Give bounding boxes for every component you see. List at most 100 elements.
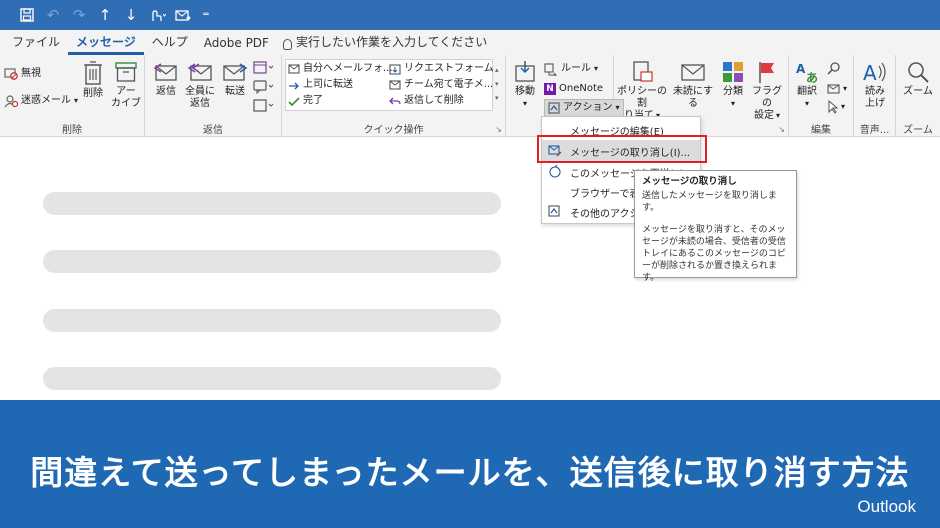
follow-up-button[interactable]: フラグの 設定 ▾ [748, 60, 786, 122]
categorize-dropdown-icon[interactable]: ▾ [731, 99, 735, 108]
ignore-icon [4, 68, 18, 80]
read-aloud-icon: A [863, 61, 886, 84]
menu-bar: ファイル メッセージ ヘルプ Adobe PDF 実行したい作業を入力してくださ… [0, 30, 940, 55]
forward-icon [223, 63, 248, 81]
categorize-button[interactable]: 分類 ▾ [720, 60, 746, 110]
placeholder-line [43, 250, 501, 273]
tab-file[interactable]: ファイル [4, 30, 68, 55]
down-arrow-icon[interactable]: ↓ [118, 0, 144, 30]
meeting-icon [253, 61, 274, 74]
select-button[interactable]: ▾ [827, 99, 845, 115]
other-actions-icon [548, 205, 560, 217]
quick-step-6[interactable]: 返信して削除 [389, 93, 464, 109]
up-arrow-icon[interactable]: ↑ [92, 0, 118, 30]
undo-icon[interactable]: ↶ [40, 0, 66, 30]
junk-button[interactable]: 迷惑メール ▾ [4, 93, 78, 109]
move-button[interactable]: 移動 ▾ [511, 60, 539, 110]
flag-icon [759, 62, 774, 83]
translate-dropdown-icon[interactable]: ▾ [805, 99, 809, 108]
junk-dropdown-icon[interactable]: ▾ [74, 95, 78, 107]
delete-button[interactable]: 削除 [80, 60, 106, 100]
translate-button[interactable]: Aあ 翻訳 ▾ [793, 60, 821, 110]
archive-button[interactable]: アー カイブ [111, 60, 141, 110]
banner-app-name: Outlook [857, 497, 916, 516]
more-icon [253, 99, 274, 112]
ignore-button[interactable]: 無視 [4, 66, 41, 82]
tab-adobe-pdf[interactable]: Adobe PDF [196, 30, 277, 55]
customize-icon[interactable]: ═ [196, 0, 216, 30]
quick-step-3[interactable]: 完了 [288, 93, 323, 109]
related-button[interactable]: ▾ [827, 81, 847, 97]
more-reply-button[interactable] [253, 99, 275, 117]
reply-delete-icon [389, 97, 401, 104]
svg-text:A: A [863, 61, 877, 84]
banner-title: 間違えて送ってしまったメールを、送信後に取り消す方法 [30, 453, 910, 492]
tooltip-title: メッセージの取り消し [642, 176, 737, 187]
onenote-button[interactable]: N OneNote [544, 81, 603, 97]
quick-step-2[interactable]: 上司に転送 [288, 77, 353, 93]
voice-group-label: 音声... [859, 125, 890, 136]
tooltip-body: メッセージを取り消すと、そのメッセージが未読の場合、受信者の受信トレイにあるこの… [642, 225, 786, 283]
quick-step-4[interactable]: リクエストフォーム [389, 61, 494, 77]
title-bar: ↶ ↷ ↑ ↓ ═ [0, 0, 940, 30]
tell-me-search[interactable]: 実行したい作業を入力してください [282, 30, 488, 55]
delete-group-label: 削除 [62, 125, 82, 136]
related-icon [827, 84, 840, 94]
flag-dropdown-icon[interactable]: ▾ [776, 111, 780, 120]
tab-help[interactable]: ヘルプ [144, 30, 196, 55]
reply-group: 返信 全員に 返信 転送 返信 [145, 55, 282, 137]
svg-text:あ: あ [806, 71, 818, 84]
tags-launcher-icon[interactable]: ↘ [778, 125, 785, 134]
forward-arrow-icon [289, 82, 299, 89]
rules-button[interactable]: ルール ▾ [544, 61, 598, 77]
highlight-box [537, 135, 707, 163]
rules-dropdown-icon[interactable]: ▾ [594, 63, 598, 75]
move-dropdown-icon[interactable]: ▾ [523, 99, 527, 108]
zoom-button[interactable]: ズーム [900, 60, 936, 98]
mark-unread-button[interactable]: 未読にする [668, 60, 718, 110]
send-receive-icon[interactable] [170, 0, 196, 30]
actions-button[interactable]: アクション ▾ [544, 99, 624, 117]
tell-me-text: 実行したい作業を入力してください [295, 35, 488, 49]
zoom-group-label: ズーム [903, 125, 933, 136]
translate-icon: Aあ [796, 62, 818, 84]
edit-group: Aあ 翻訳 ▾ ▾ ▾ 編集 [789, 55, 854, 137]
categorize-icon [723, 62, 743, 82]
junk-mail-icon [4, 94, 18, 107]
delete-group: 無視 迷惑メール ▾ 削除 アー カイブ 削除 [0, 55, 145, 137]
rules-icon [544, 62, 557, 76]
recall-tooltip: メッセージの取り消し 送信したメッセージを取り消します。 メッセージを取り消すと… [634, 170, 797, 283]
edit-group-label: 編集 [811, 125, 831, 136]
find-button[interactable] [827, 61, 841, 79]
tab-message[interactable]: メッセージ [68, 30, 144, 55]
zoom-group: ズーム ズーム [896, 55, 940, 137]
reply-group-label: 返信 [203, 125, 223, 136]
placeholder-line [43, 309, 501, 332]
quick-step-5[interactable]: チーム宛て電子メ... [389, 77, 493, 93]
im-reply-button[interactable] [253, 80, 275, 98]
touch-mode-icon[interactable] [144, 0, 170, 30]
dialog-launcher-icon[interactable]: ↘ [495, 125, 502, 134]
tooltip-subtitle: 送信したメッセージを取り消します。 [642, 191, 777, 213]
checkmark-icon [288, 96, 300, 106]
forward-button[interactable]: 転送 [221, 62, 249, 98]
related-dropdown-icon[interactable]: ▾ [843, 83, 847, 95]
assign-policy-button[interactable]: ポリシーの割り当て▾ [616, 60, 668, 122]
team-mail-icon [389, 79, 401, 90]
reply-button[interactable]: 返信 [152, 62, 180, 98]
redo-icon[interactable]: ↷ [66, 0, 92, 30]
quick-step-1[interactable]: 自分へメールフォ... [288, 61, 393, 77]
onenote-icon: N [544, 83, 556, 95]
save-icon[interactable] [14, 0, 40, 30]
select-dropdown-icon[interactable]: ▾ [841, 101, 845, 113]
reply-all-icon [187, 63, 212, 81]
zoom-icon [908, 62, 929, 83]
read-aloud-button[interactable]: A 読み 上げ [859, 60, 891, 110]
title-banner: 間違えて送ってしまったメールを、送信後に取り消す方法 Outlook [0, 400, 940, 528]
policy-icon [633, 61, 653, 82]
meeting-reply-button[interactable] [253, 61, 275, 79]
quick-steps-scroll[interactable]: ▴ ▾ ▾ [495, 63, 499, 105]
reply-all-button[interactable]: 全員に 返信 [183, 62, 217, 110]
trash-icon [84, 61, 102, 85]
ribbon: 無視 迷惑メール ▾ 削除 アー カイブ 削除 返信 全員に 返信 転送 返信 … [0, 55, 940, 137]
